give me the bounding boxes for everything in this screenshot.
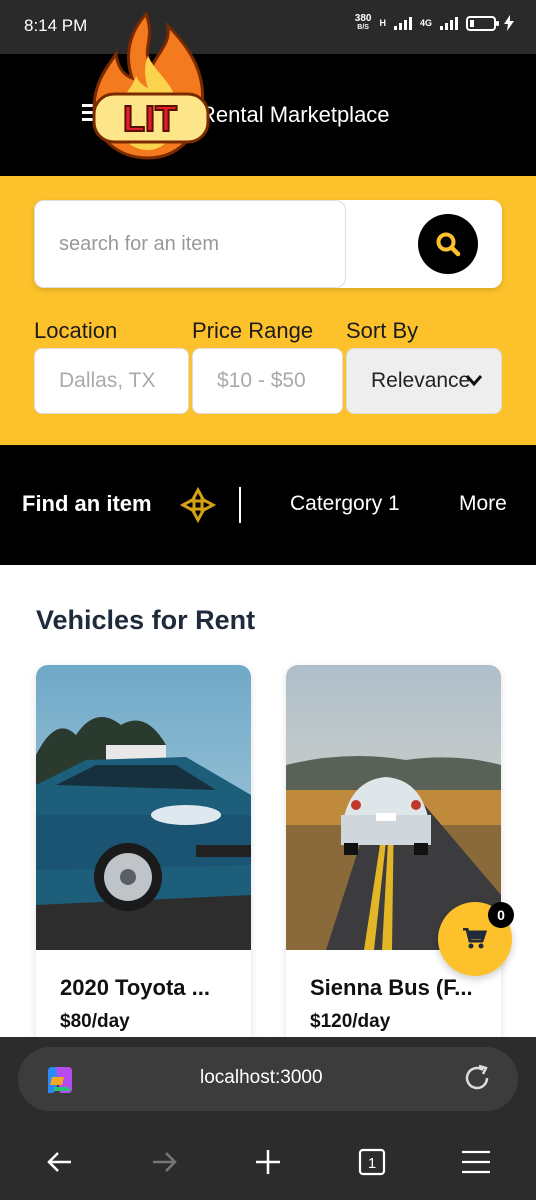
lit-fire-logo: LIT <box>92 11 210 160</box>
category-divider <box>239 487 241 523</box>
forward-button[interactable] <box>144 1142 184 1182</box>
sort-by-value: Relevance <box>371 369 471 392</box>
sort-by-select[interactable]: Relevance <box>346 348 502 414</box>
signal-icon <box>393 16 412 30</box>
find-item-label[interactable]: Find an item <box>22 491 152 517</box>
signal-icon-2 <box>440 16 458 30</box>
status-bar: 8:14 PM 380 B/S H 4G <box>0 0 536 54</box>
address-bar[interactable]: localhost:3000 <box>18 1047 518 1111</box>
arrow-left-icon <box>47 1152 71 1172</box>
charging-icon <box>504 15 514 31</box>
star-burst-icon <box>180 487 216 523</box>
net-speed-unit: B/S <box>357 24 369 31</box>
url-text[interactable]: localhost:3000 <box>200 1067 323 1089</box>
tabs-icon: 1 <box>358 1148 386 1176</box>
price-range-label: Price Range <box>192 318 314 343</box>
location-input[interactable]: Dallas, TX <box>34 348 189 414</box>
listing-price: $120/day <box>310 1011 391 1032</box>
listing-name: 2020 Toyota ... <box>60 975 210 1000</box>
back-button[interactable] <box>40 1142 80 1182</box>
tabs-button[interactable]: 1 <box>352 1142 392 1182</box>
status-time: 8:14 PM <box>24 16 88 35</box>
search-box: search for an item <box>34 200 502 288</box>
net-speed-value: 380 <box>354 13 372 24</box>
search-input[interactable]: search for an item <box>34 200 346 288</box>
cart-count-badge: 0 <box>488 902 514 928</box>
location-label: Location <box>34 318 118 343</box>
battery-icon <box>466 15 499 31</box>
section-title: Vehicles for Rent <box>36 605 256 635</box>
search-icon <box>436 232 461 257</box>
category-bar: Find an item Catergory 1 More <box>0 445 536 565</box>
listing-price: $80/day <box>60 1011 130 1032</box>
price-range-input[interactable]: $10 - $50 <box>192 348 343 414</box>
listing-name: Sienna Bus (F... <box>310 975 473 1000</box>
menu-button[interactable] <box>456 1142 496 1182</box>
new-tab-button[interactable] <box>248 1142 288 1182</box>
menu-icon <box>462 1150 490 1174</box>
category-1-link[interactable]: Catergory 1 <box>290 492 400 516</box>
arrow-right-icon <box>153 1152 177 1172</box>
network-type-2: 4G <box>419 18 432 28</box>
status-icons: 380 B/S H 4G <box>355 14 514 32</box>
more-link[interactable]: More <box>459 492 507 516</box>
search-panel: search for an item Location Price Range … <box>0 176 536 445</box>
search-button[interactable] <box>418 214 478 274</box>
tab-count: 1 <box>368 1155 376 1172</box>
app-title: Rental Marketplace <box>200 102 390 127</box>
sort-by-label: Sort By <box>346 318 419 343</box>
plus-icon <box>256 1150 280 1174</box>
chevron-down-icon <box>465 375 483 387</box>
cart-icon <box>463 928 487 949</box>
listing-card[interactable]: Sienna Bus (F... $120/day <box>286 665 501 1037</box>
copilot-icon[interactable] <box>42 1063 76 1097</box>
vehicle-image <box>36 665 251 950</box>
lit-badge-text: LIT <box>123 98 177 139</box>
reload-icon[interactable] <box>462 1063 492 1093</box>
listing-card[interactable]: 2020 Toyota ... $80/day <box>36 665 251 1037</box>
browser-toolbar: localhost:3000 1 <box>0 1037 536 1200</box>
network-type-1: H <box>379 18 386 28</box>
net-speed-indicator: 380 B/S <box>355 14 372 32</box>
